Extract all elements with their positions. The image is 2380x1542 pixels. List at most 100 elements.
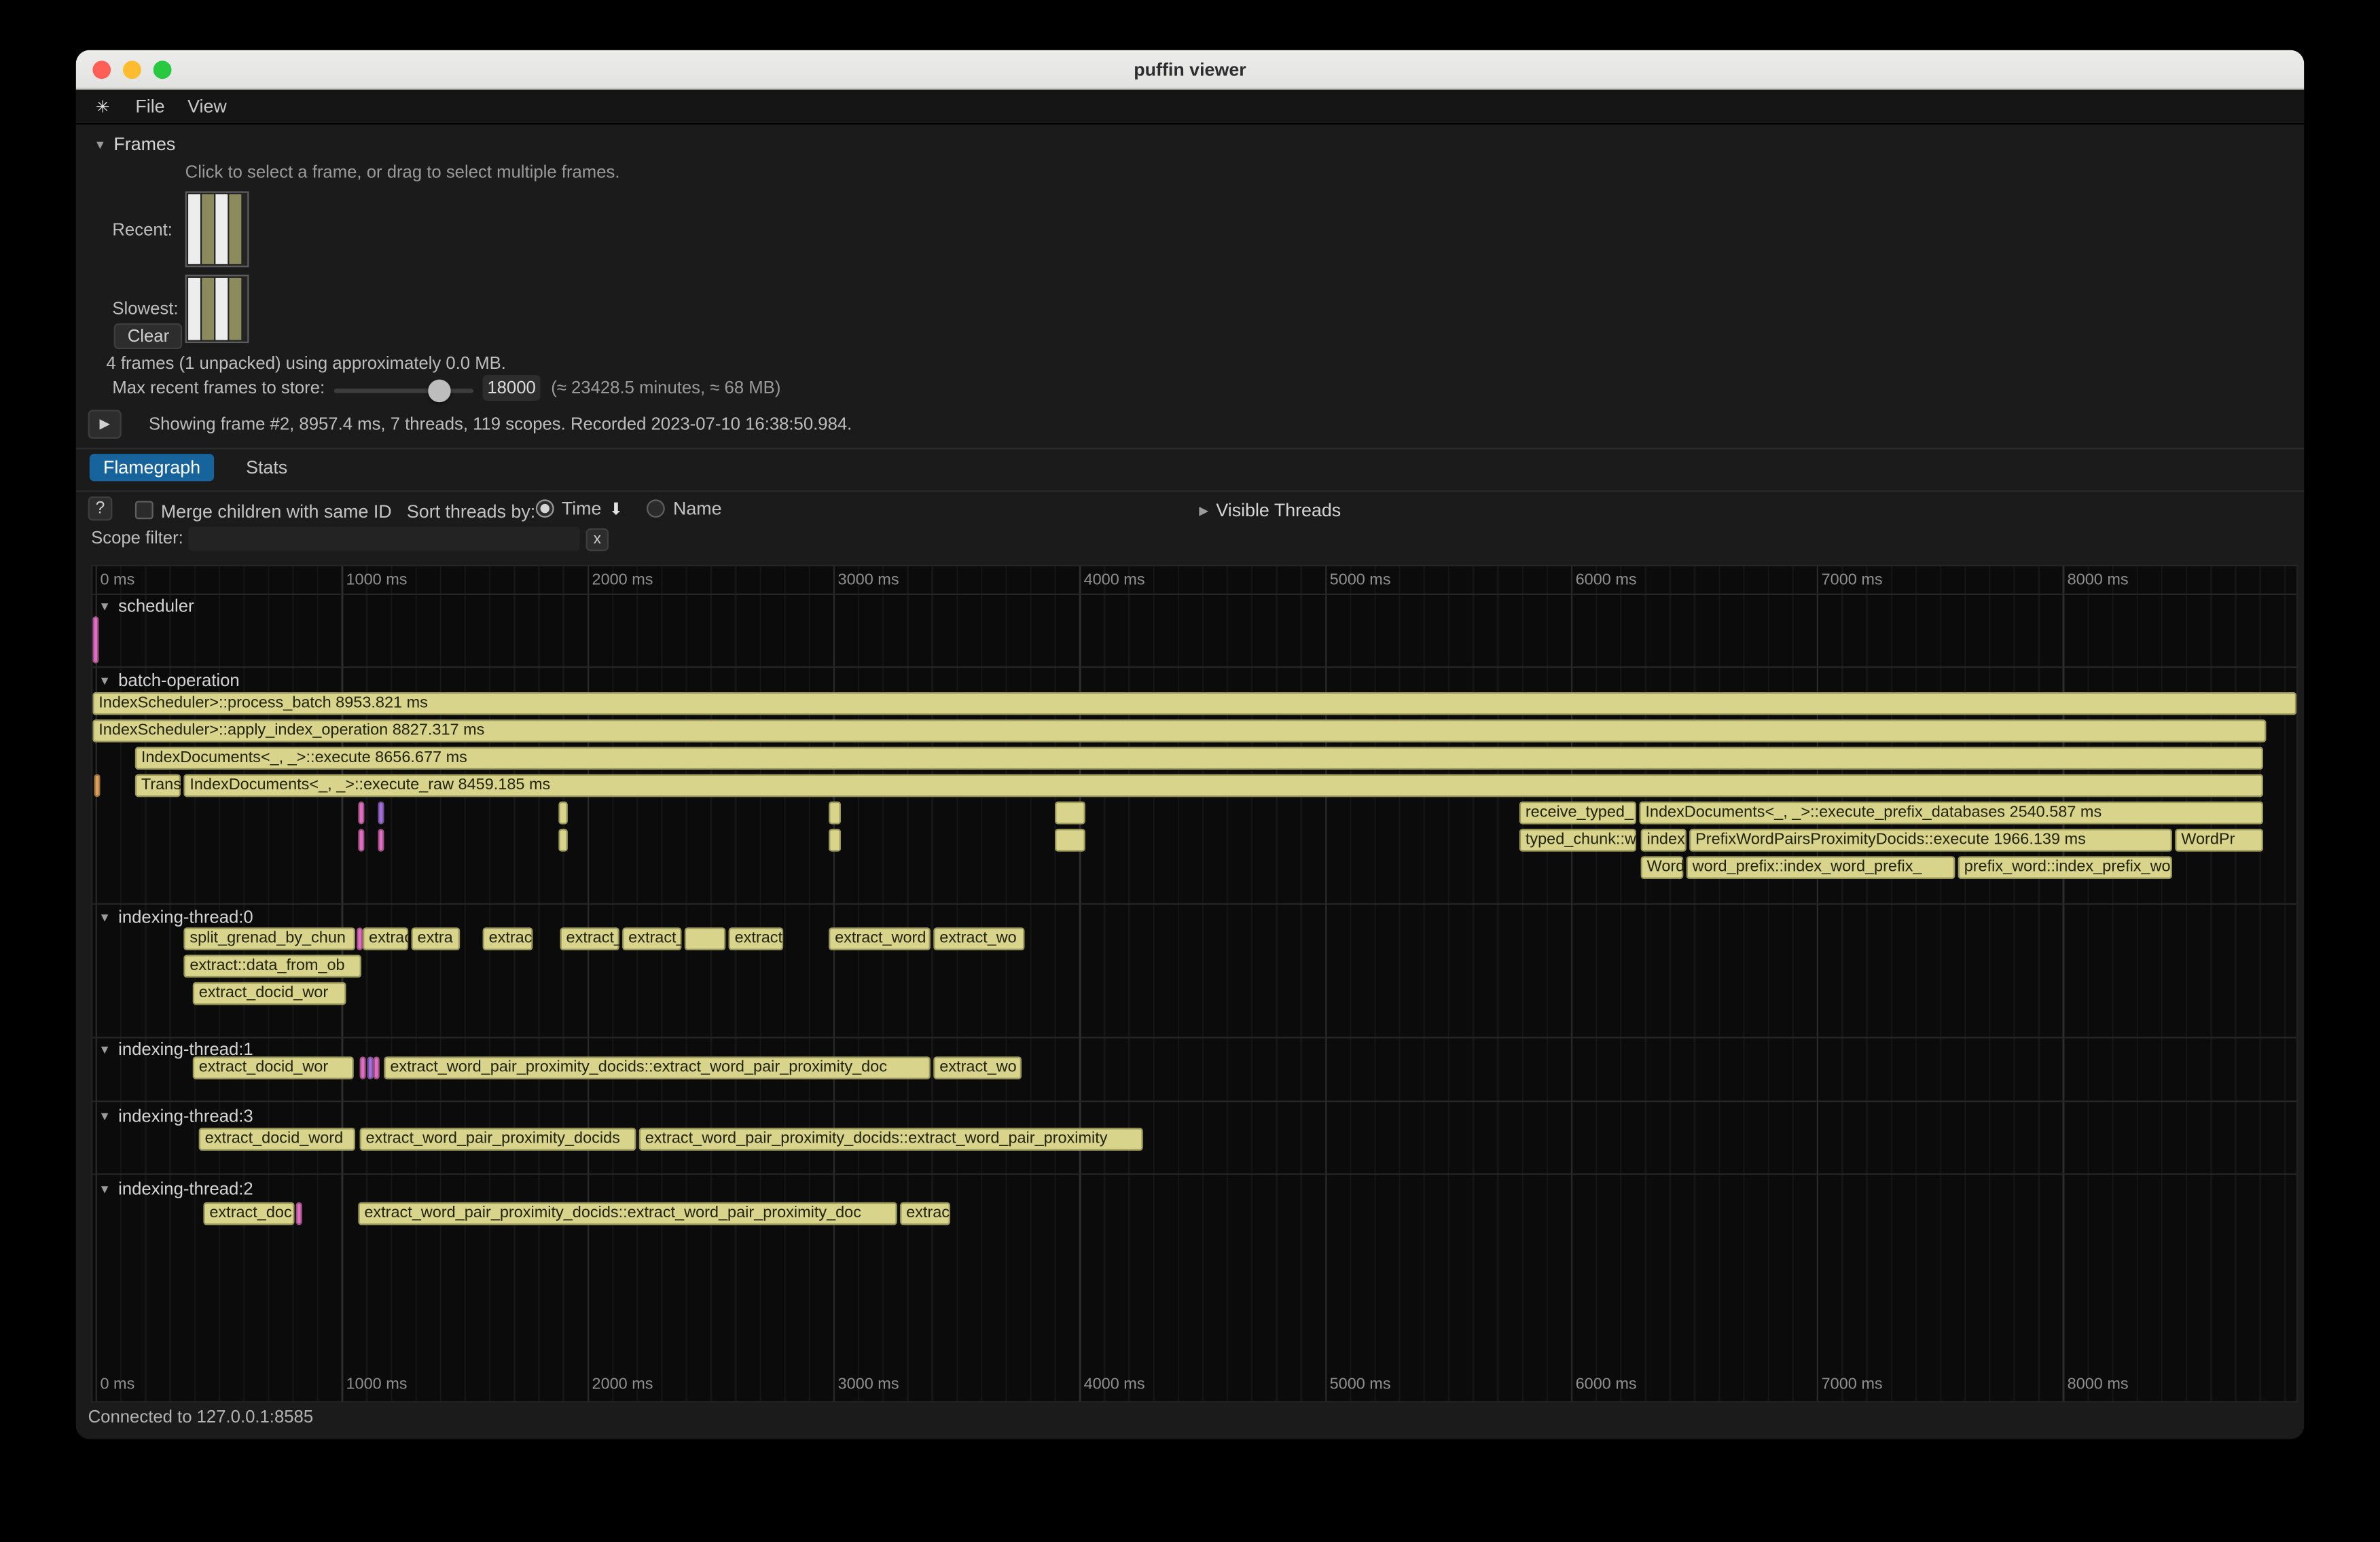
scope-bar[interactable]: extract::data_from_ob <box>183 955 361 978</box>
scope-bar[interactable]: extract <box>363 927 408 950</box>
scope-bar[interactable]: Trans <box>135 774 181 797</box>
tab-flamegraph[interactable]: Flamegraph <box>90 454 214 481</box>
frame-thumbnail[interactable] <box>202 194 214 264</box>
scope-bar[interactable]: extract_doc <box>203 1202 294 1225</box>
scope-bar[interactable]: extract_word_pair_proximity_docids::extr… <box>639 1128 1143 1151</box>
time-tick-label: 6000 ms <box>1576 1376 1637 1394</box>
scope-bar[interactable]: extract_docid_wor <box>193 1056 354 1079</box>
scope-bar[interactable] <box>357 927 363 950</box>
collapse-icon: ▼ <box>98 600 111 613</box>
scope-bar[interactable]: extract_wo <box>933 1056 1022 1079</box>
scope-bar[interactable] <box>378 802 384 825</box>
clear-button[interactable]: Clear <box>114 323 183 349</box>
frame-thumbnail[interactable] <box>215 194 228 264</box>
scope-bar[interactable] <box>558 829 567 852</box>
frame-thumbnail[interactable] <box>215 278 228 340</box>
scope-bar[interactable]: index <box>1641 829 1687 852</box>
frame-thumbnail[interactable] <box>229 278 241 340</box>
lane-separator <box>92 1173 2296 1175</box>
theme-toggle-icon[interactable]: ✳ <box>96 96 110 116</box>
titlebar[interactable]: puffin viewer <box>76 50 2305 90</box>
max-frames-value[interactable]: 18000 <box>483 375 541 401</box>
frame-thumbnail[interactable] <box>229 194 241 264</box>
thread-header-indexing-thread:3[interactable]: ▼indexing-thread:3 <box>98 1107 253 1126</box>
scope-bar[interactable]: extract_word_pair_proximity_docids <box>360 1128 636 1151</box>
clear-filter-button[interactable]: x <box>586 528 609 552</box>
scope-bar[interactable] <box>829 802 841 825</box>
thread-header-scheduler[interactable]: ▼scheduler <box>98 596 194 616</box>
scope-bar[interactable]: extract_wo <box>933 927 1024 950</box>
time-tick-label: 4000 ms <box>1084 571 1145 589</box>
merge-children-checkbox[interactable] <box>135 501 154 519</box>
scope-bar[interactable]: extract_word_pair_proximity_docids::extr… <box>384 1056 930 1079</box>
frame-thumbnail[interactable] <box>188 278 200 340</box>
scope-bar[interactable]: extract_docid_word <box>199 1128 355 1151</box>
sort-option-time[interactable]: Time⬇ <box>536 498 623 519</box>
thread-header-batch-operation[interactable]: ▼batch-operation <box>98 671 239 691</box>
merge-children-label[interactable]: Merge children with same ID <box>161 501 392 522</box>
scope-bar[interactable]: extract_docid_wor <box>193 982 346 1005</box>
scope-bar[interactable]: typed_chunk::w <box>1519 829 1636 852</box>
recent-frames-thumbnail[interactable] <box>185 192 249 268</box>
max-frames-slider-handle[interactable] <box>428 380 451 403</box>
scope-bar[interactable]: prefix_word::index_prefix_wo <box>1958 856 2172 879</box>
scope-bar[interactable] <box>1055 829 1085 852</box>
visible-threads-header[interactable]: ▶ Visible Threads <box>1199 499 1341 520</box>
menu-items: File View <box>135 96 226 117</box>
frames-summary: 4 frames (1 unpacked) using approximatel… <box>106 355 506 374</box>
scope-bar[interactable]: IndexDocuments<_, _>::execute_prefix_dat… <box>1639 802 2262 825</box>
slowest-frames-thumbnail[interactable] <box>185 274 249 343</box>
scope-bar[interactable]: WordPr <box>2175 829 2263 852</box>
scope-bar[interactable]: extract_ <box>622 927 681 950</box>
scope-bar[interactable]: IndexDocuments<_, _>::execute_raw 8459.1… <box>183 774 2263 797</box>
scope-bar[interactable] <box>358 802 364 825</box>
menu-item-view[interactable]: View <box>187 96 227 117</box>
scope-bar[interactable] <box>296 1202 302 1225</box>
scope-bar[interactable]: extra <box>412 927 461 950</box>
scope-bar[interactable]: receive_typed_ <box>1519 802 1636 825</box>
scope-bar[interactable] <box>378 829 384 852</box>
scope-bar[interactable] <box>374 1056 380 1079</box>
scope-bar[interactable]: PrefixWordPairsProximityDocids::execute … <box>1689 829 2172 852</box>
menu-item-file[interactable]: File <box>135 96 164 117</box>
zoom-button[interactable] <box>154 60 172 78</box>
play-button[interactable]: ▶ <box>88 410 122 438</box>
scope-bar[interactable] <box>558 802 567 825</box>
minimize-button[interactable] <box>123 60 141 78</box>
scope-bar[interactable]: IndexDocuments<_, _>::execute 8656.677 m… <box>135 747 2263 770</box>
scope-bar[interactable] <box>829 829 841 852</box>
scope-bar[interactable]: extract_ <box>560 927 619 950</box>
scope-bar[interactable]: IndexScheduler>::apply_index_operation 8… <box>92 719 2266 742</box>
scope-bar[interactable]: extract <box>729 927 783 950</box>
thread-header-indexing-thread:0[interactable]: ▼indexing-thread:0 <box>98 908 253 927</box>
scope-bar[interactable] <box>1055 802 1085 825</box>
scope-bar[interactable]: IndexScheduler>::process_batch 8953.821 … <box>92 692 2296 715</box>
scope-bar[interactable]: extrac <box>483 927 533 950</box>
tab-stats[interactable]: Stats <box>232 454 301 481</box>
frames-section-header[interactable]: ▼ Frames <box>94 134 176 155</box>
scope-bar[interactable] <box>358 829 364 852</box>
sort-option-name[interactable]: Name <box>647 498 722 519</box>
scope-bar[interactable]: word_prefix::index_word_prefix_ <box>1687 856 1955 879</box>
thread-header-indexing-thread:2[interactable]: ▼indexing-thread:2 <box>98 1179 253 1199</box>
time-tick-label: 1000 ms <box>346 571 408 589</box>
close-button[interactable] <box>92 60 111 78</box>
scope-bar[interactable] <box>367 1056 374 1079</box>
scope-filter-input[interactable] <box>188 526 580 551</box>
scope-bar[interactable]: extrac <box>900 1202 950 1225</box>
scope-bar[interactable]: split_grenad_by_chun <box>183 927 355 950</box>
flamegraph-canvas[interactable]: 0 ms1000 ms2000 ms3000 ms4000 ms5000 ms6… <box>91 564 2298 1403</box>
scope-bar[interactable] <box>685 927 725 950</box>
separator <box>76 490 2305 492</box>
scope-bar[interactable]: extract_word_pair_proximity_docids::extr… <box>358 1202 897 1225</box>
scope-bar[interactable] <box>360 1056 366 1079</box>
frame-thumbnail[interactable] <box>188 194 200 264</box>
time-tick-label: 7000 ms <box>1822 571 1883 589</box>
help-button[interactable]: ? <box>88 497 113 521</box>
scope-bar[interactable] <box>94 774 101 797</box>
scope-bar[interactable] <box>92 616 98 663</box>
frame-thumbnail[interactable] <box>202 278 214 340</box>
scope-bar[interactable]: extract_word <box>829 927 931 950</box>
max-frames-slider-track[interactable] <box>334 389 474 393</box>
scope-bar[interactable]: Word <box>1641 856 1684 879</box>
